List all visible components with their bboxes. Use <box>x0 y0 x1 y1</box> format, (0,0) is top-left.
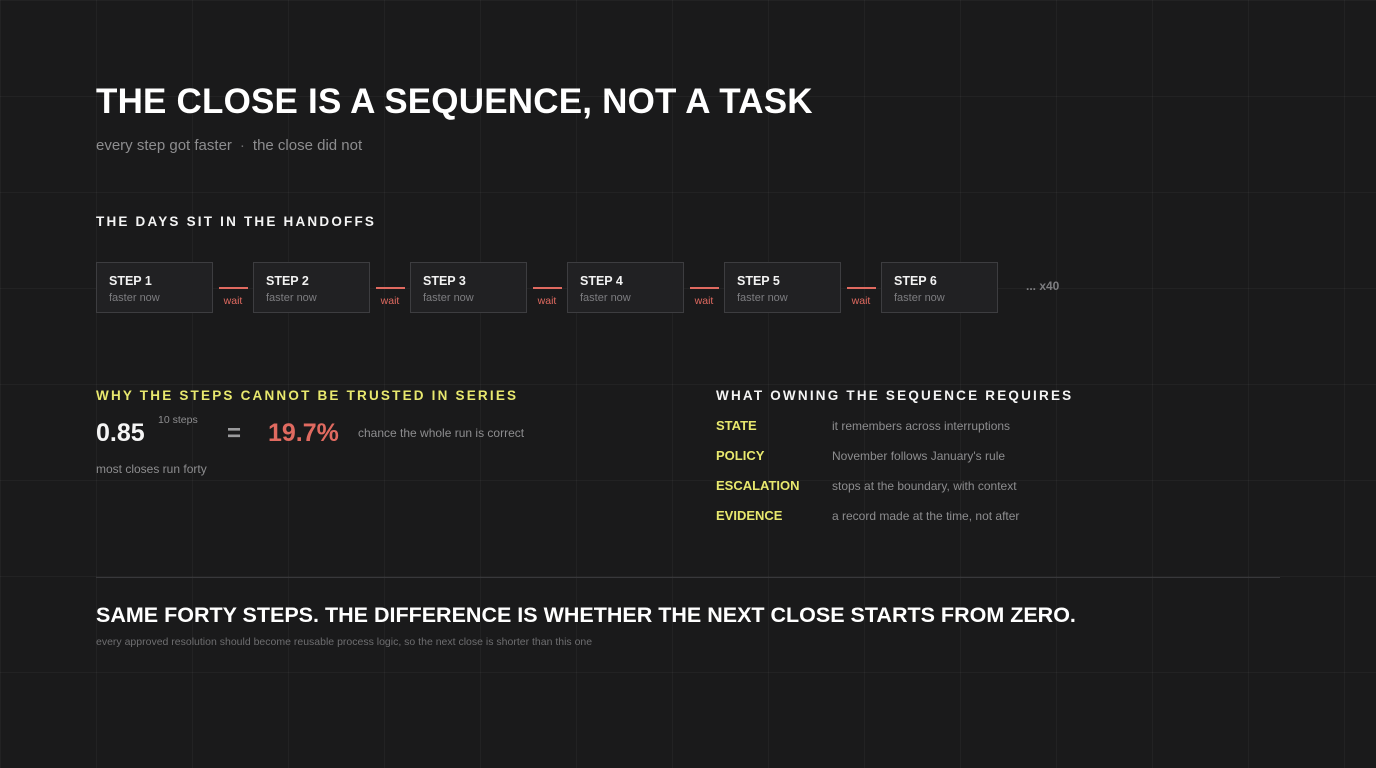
step-title: STEP 4 <box>580 274 623 288</box>
wait-label: wait <box>694 295 714 307</box>
step-title: STEP 2 <box>266 274 309 288</box>
combined-probability: 19.7% <box>268 419 339 447</box>
requirement-term: POLICY <box>716 448 765 463</box>
handoff-connector: wait <box>841 262 881 313</box>
subtitle-separator: · <box>239 137 245 154</box>
step-subtitle: faster now <box>737 292 788 304</box>
handoff-connector: wait <box>370 262 410 313</box>
step-title: STEP 3 <box>423 274 466 288</box>
step-card: STEP 5 faster now <box>724 262 841 313</box>
requirement-description: stops at the boundary, with context <box>832 479 1017 493</box>
probability-description: chance the whole run is correct <box>358 426 525 440</box>
step-card: STEP 4 faster now <box>567 262 684 313</box>
requirement-description: it remembers across interruptions <box>832 419 1011 433</box>
conclusion-headline: SAME FORTY STEPS. THE DIFFERENCE IS WHET… <box>96 603 1076 627</box>
requirement-description: November follows January's rule <box>832 449 1006 463</box>
wait-label: wait <box>380 295 400 307</box>
section-divider <box>96 577 1280 578</box>
requirement-term: ESCALATION <box>716 478 800 493</box>
requirements-section-label: WHAT OWNING THE SEQUENCE REQUIRES <box>716 388 1074 403</box>
wait-label: wait <box>851 295 871 307</box>
exponent-note: 10 steps <box>158 414 198 426</box>
requirement-description: a record made at the time, not after <box>832 509 1020 523</box>
conclusion-subtext: every approved resolution should become … <box>96 636 593 648</box>
series-footnote: most closes run forty <box>96 462 207 476</box>
subtitle-right: the close did not <box>252 137 363 154</box>
page-subtitle: every step got faster · the close did not <box>96 137 362 154</box>
step-card: STEP 3 faster now <box>410 262 527 313</box>
connector-line <box>689 287 719 289</box>
step-subtitle: faster now <box>580 292 631 304</box>
connector-line <box>846 287 876 289</box>
handoffs-section-label: THE DAYS SIT IN THE HANDOFFS <box>96 214 377 229</box>
connector-line <box>532 287 562 289</box>
step-card: STEP 6 faster now <box>881 262 998 313</box>
step-subtitle: faster now <box>109 292 160 304</box>
wait-label: wait <box>223 295 243 307</box>
requirement-row: ESCALATION stops at the boundary, with c… <box>716 478 1017 493</box>
handoff-connector: wait <box>213 262 253 313</box>
more-steps-indicator: ... x40 <box>1026 279 1060 293</box>
step-title: STEP 6 <box>894 274 937 288</box>
handoff-connector: wait <box>527 262 567 313</box>
steps-flow: STEP 1 faster now wait STEP 2 faster now… <box>96 262 1059 313</box>
step-card: STEP 2 faster now <box>253 262 370 313</box>
requirement-row: EVIDENCE a record made at the time, not … <box>716 508 1019 523</box>
per-step-probability: 0.85 <box>96 419 145 447</box>
series-section-label: WHY THE STEPS CANNOT BE TRUSTED IN SERIE… <box>96 388 519 403</box>
page-title: THE CLOSE IS A SEQUENCE, NOT A TASK <box>96 82 813 121</box>
step-subtitle: faster now <box>266 292 317 304</box>
step-subtitle: faster now <box>423 292 474 304</box>
step-title: STEP 1 <box>109 274 152 288</box>
requirement-term: STATE <box>716 418 757 433</box>
connector-line <box>218 287 248 289</box>
connector-line <box>375 287 405 289</box>
subtitle-left: every step got faster <box>96 137 232 154</box>
requirement-row: POLICY November follows January's rule <box>716 448 1005 463</box>
requirement-row: STATE it remembers across interruptions <box>716 418 1010 433</box>
handoff-connector: wait <box>684 262 724 313</box>
wait-label: wait <box>537 295 557 307</box>
step-title: STEP 5 <box>737 274 780 288</box>
equals-sign: = <box>227 420 242 447</box>
step-card: STEP 1 faster now <box>96 262 213 313</box>
step-subtitle: faster now <box>894 292 945 304</box>
requirement-term: EVIDENCE <box>716 508 783 523</box>
